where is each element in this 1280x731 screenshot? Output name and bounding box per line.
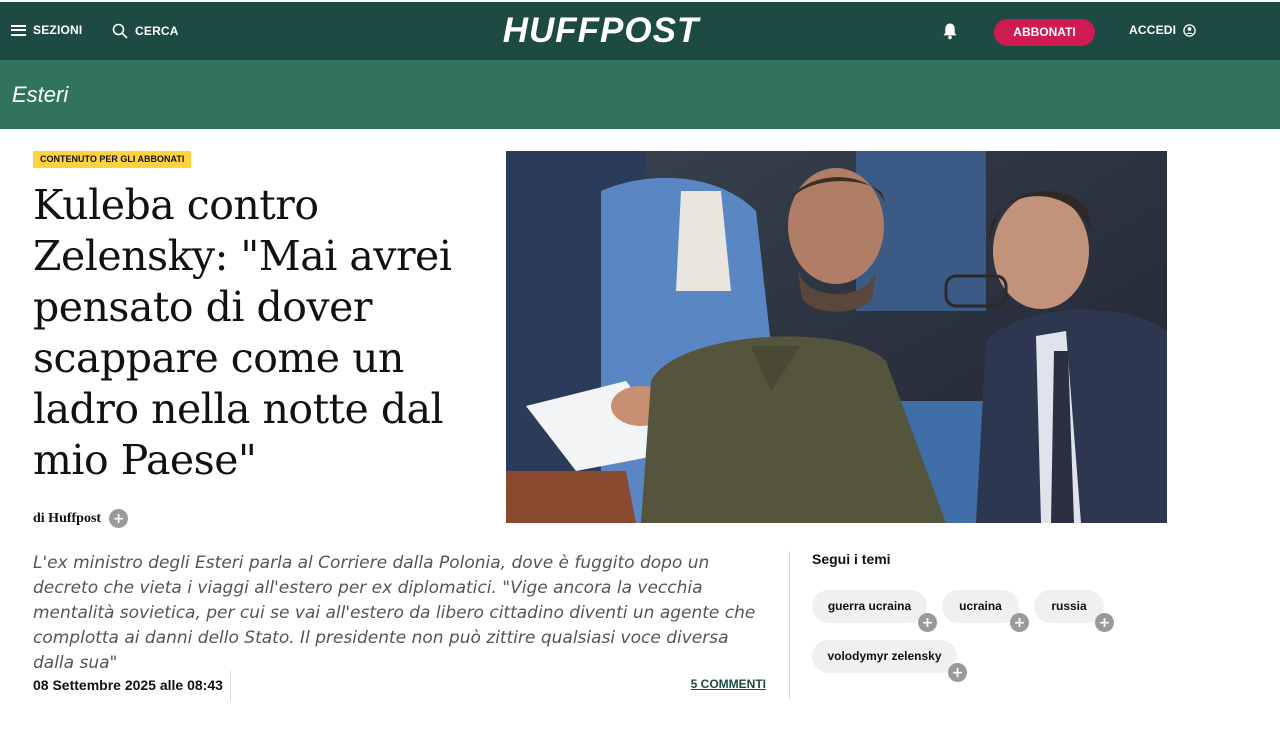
hero-photo-illustration: [506, 151, 1167, 523]
topic-tag-label: ucraina: [959, 599, 1002, 613]
article-meta: 08 Settembre 2025 alle 08:43 5 COMMENTI: [33, 671, 768, 701]
search-icon: [112, 23, 128, 39]
column-divider: [789, 551, 790, 699]
article-headline: Kuleba contro Zelensky: "Mai avrei pensa…: [33, 181, 452, 484]
topic-tag-guerra-ucraina[interactable]: guerra ucraina +: [812, 590, 937, 632]
top-navigation-bar: SEZIONI CERCA HUFFPOST ABBONATI ACCEDI: [0, 2, 1280, 60]
comments-link[interactable]: 5 COMMENTI: [691, 677, 766, 691]
follow-author-plus-icon[interactable]: +: [109, 509, 129, 528]
search-button[interactable]: CERCA: [112, 23, 179, 39]
follow-topic-plus-icon[interactable]: +: [948, 663, 967, 682]
topics-title: Segui i temi: [812, 551, 891, 567]
user-icon: [1183, 23, 1196, 37]
publish-date: 08 Settembre 2025 alle 08:43: [33, 677, 223, 693]
follow-topic-plus-icon[interactable]: +: [1095, 613, 1114, 632]
subscriber-content-badge: CONTENUTO PER GLI ABBONATI: [33, 151, 192, 168]
login-label: ACCEDI: [1129, 23, 1177, 37]
sections-label: SEZIONI: [33, 23, 83, 37]
byline: di Huffpost +: [33, 509, 129, 528]
sections-menu-button[interactable]: SEZIONI: [11, 23, 82, 37]
follow-topic-plus-icon[interactable]: +: [918, 613, 937, 632]
topic-tag-label: russia: [1051, 599, 1087, 613]
article-hero-image: [506, 151, 1167, 523]
section-header: Esteri: [0, 60, 1280, 129]
article-lead: L'ex ministro degli Esteri parla al Corr…: [33, 553, 756, 673]
topic-tag-label: volodymyr zelensky: [827, 649, 942, 663]
subscribe-button[interactable]: ABBONATI: [994, 19, 1095, 46]
bell-icon[interactable]: [942, 22, 958, 40]
author-name[interactable]: di Huffpost: [33, 511, 101, 527]
topic-tag-russia[interactable]: russia +: [1034, 590, 1114, 632]
meta-divider: [230, 671, 231, 701]
huffpost-logo[interactable]: HUFFPOST: [498, 11, 704, 51]
login-button[interactable]: ACCEDI: [1129, 23, 1196, 37]
topic-tag-ucraina[interactable]: ucraina +: [942, 590, 1029, 632]
search-label: CERCA: [135, 24, 179, 38]
follow-topic-plus-icon[interactable]: +: [1010, 613, 1029, 632]
topic-tag-volodymyr-zelensky[interactable]: volodymyr zelensky +: [812, 640, 967, 682]
topic-tag-label: guerra ucraina: [827, 599, 912, 613]
section-title[interactable]: Esteri: [12, 82, 68, 108]
menu-icon: [11, 24, 26, 36]
